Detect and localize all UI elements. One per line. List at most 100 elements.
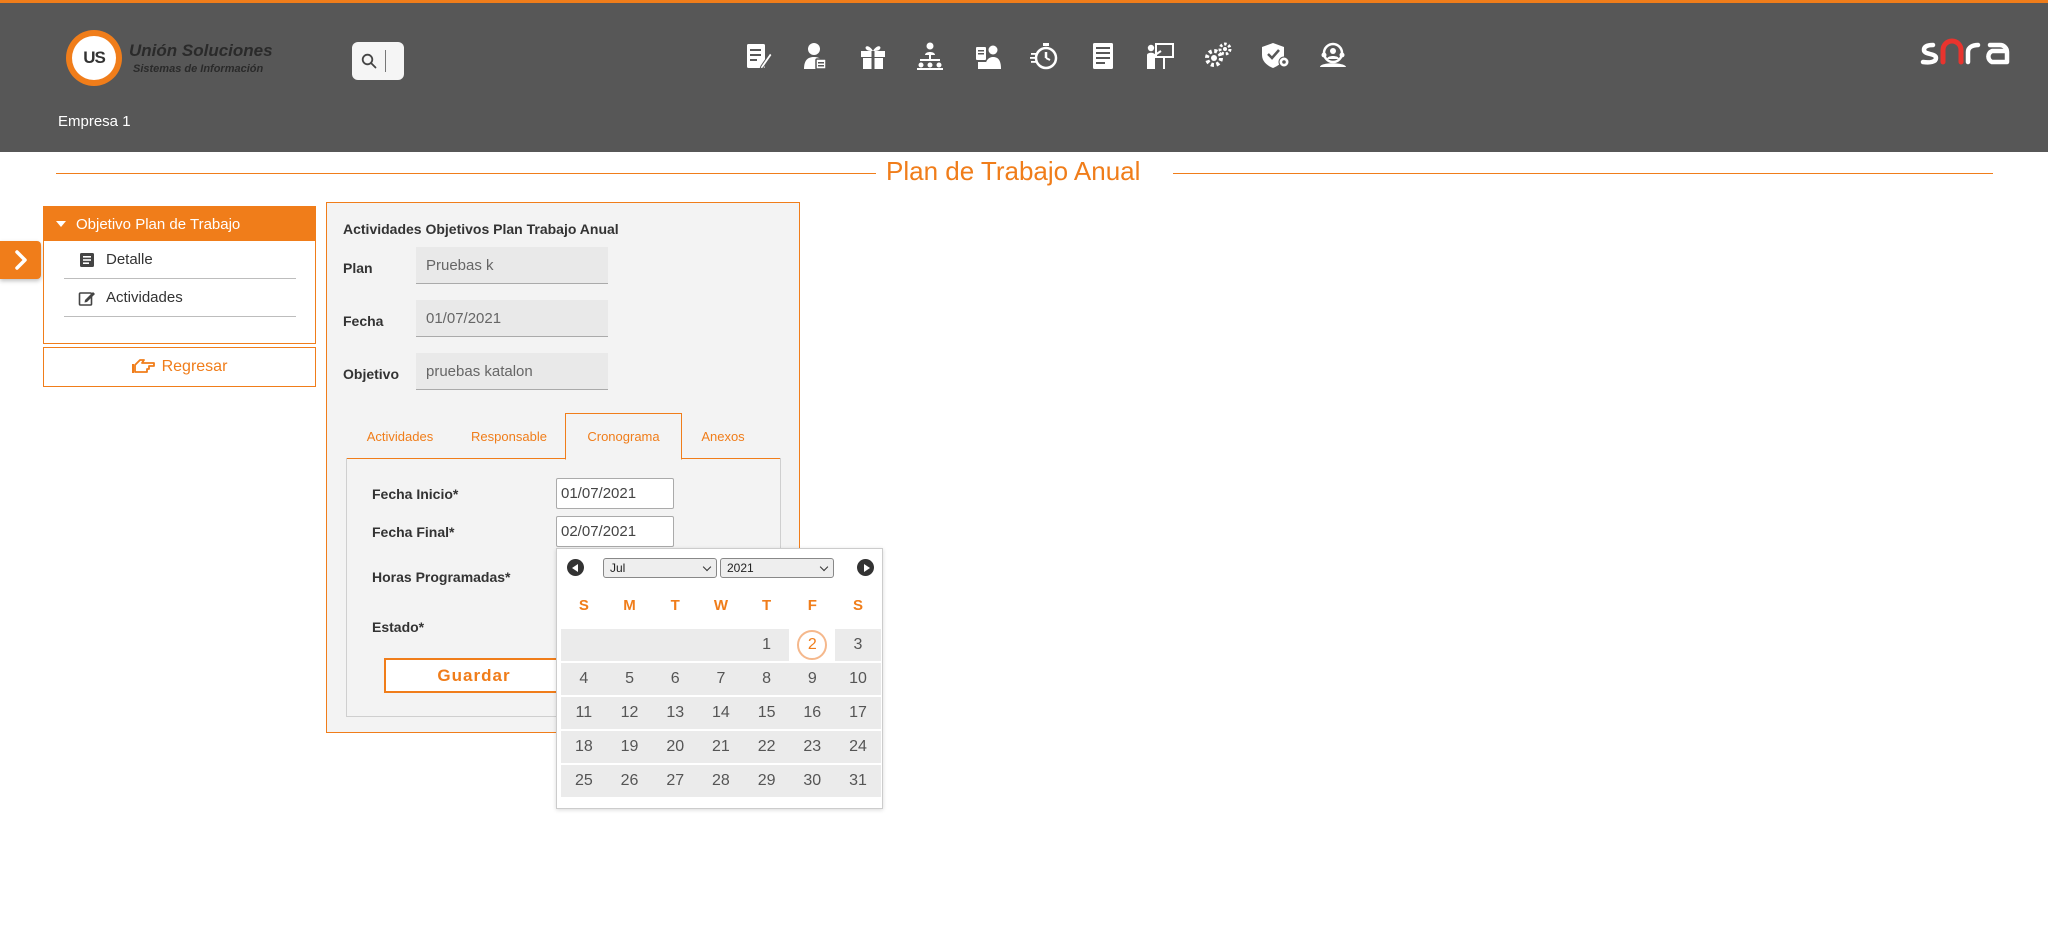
calendar-day[interactable]: 3 <box>835 629 881 661</box>
tab-anexos[interactable]: Anexos <box>682 413 764 459</box>
datepicker-header: Jul 2021 <box>557 549 882 589</box>
calendar-day[interactable]: 15 <box>743 697 790 729</box>
month-select[interactable]: Jul <box>603 558 717 578</box>
chevron-down-icon <box>702 562 712 571</box>
page-title: Plan de Trabajo Anual <box>886 156 1141 186</box>
fecha-label: Fecha <box>343 313 384 329</box>
calendar-day[interactable]: 14 <box>698 697 744 729</box>
weekday-label: F <box>807 597 817 614</box>
report-list-icon[interactable] <box>1074 37 1132 75</box>
logo-mark-text: US <box>72 36 116 80</box>
sidebar-toggle-button[interactable] <box>0 241 41 279</box>
title-divider-left <box>56 173 876 174</box>
calendar-day[interactable]: 10 <box>835 663 881 695</box>
calendar-day[interactable]: 31 <box>835 765 881 797</box>
objetivo-label: Objetivo <box>343 366 400 382</box>
stopwatch-icon[interactable] <box>1017 37 1075 75</box>
tab-responsable[interactable]: Responsable <box>454 413 564 459</box>
calendar-day[interactable]: 25 <box>561 765 607 797</box>
calendar-day-selected[interactable]: 2 <box>789 629 835 661</box>
shield-location-icon[interactable] <box>1247 37 1305 75</box>
company-logo[interactable]: US Unión Soluciones Sistemas de Informac… <box>66 30 273 86</box>
sidebar-section-header[interactable]: Objetivo Plan de Trabajo <box>44 207 315 241</box>
user-profile-icon[interactable] <box>787 37 845 75</box>
calendar-day[interactable]: 5 <box>606 663 653 695</box>
next-month-icon[interactable] <box>857 559 874 576</box>
search-icon[interactable] <box>361 53 377 69</box>
calendar-day[interactable]: 16 <box>789 697 836 729</box>
sidebar-panel: Objetivo Plan de Trabajo Detalle Activid… <box>43 206 316 344</box>
calendar-grid: 1 2 3 4 5 6 7 8 9 10 11 12 13 14 15 16 17 18 19 20 21 22 23 24 2… <box>561 629 881 799</box>
calendar-empty-cell <box>698 629 744 661</box>
calendar-day[interactable]: 11 <box>561 697 607 729</box>
calendar-day[interactable]: 17 <box>835 697 881 729</box>
calendar-day[interactable]: 13 <box>652 697 699 729</box>
weekday-label: W <box>713 597 728 614</box>
tab-cronograma[interactable]: Cronograma <box>565 413 682 460</box>
search-input[interactable] <box>385 50 395 72</box>
calendar-day[interactable]: 6 <box>652 663 699 695</box>
chevron-right-icon <box>14 250 27 270</box>
org-hierarchy-icon[interactable] <box>902 37 960 75</box>
calendar-day[interactable]: 27 <box>652 765 699 797</box>
back-button[interactable]: Regresar <box>43 347 316 387</box>
form-heading: Actividades Objetivos Plan Trabajo Anual <box>343 221 619 237</box>
logo-mark: US <box>66 30 122 86</box>
calendar-day[interactable]: 20 <box>652 731 699 763</box>
year-select[interactable]: 2021 <box>720 558 834 578</box>
sidebar-item-detalle[interactable]: Detalle <box>64 241 296 279</box>
pointing-hand-icon <box>131 359 155 373</box>
sidebar-item-label: Actividades <box>106 289 183 306</box>
weekday-label: S <box>578 597 589 614</box>
tab-bar: Actividades Responsable Cronograma Anexo… <box>346 413 781 460</box>
calendar-day[interactable]: 8 <box>743 663 790 695</box>
prev-month-icon[interactable] <box>567 559 584 576</box>
calendar-week-row: 123 <box>561 629 881 663</box>
calendar-day[interactable]: 19 <box>606 731 653 763</box>
gift-icon[interactable] <box>844 37 902 75</box>
calendar-day[interactable]: 21 <box>698 731 744 763</box>
fecha-final-label: Fecha Final* <box>372 524 455 540</box>
workers-icon[interactable] <box>959 37 1017 75</box>
horas-programadas-label: Horas Programadas* <box>372 569 511 585</box>
weekday-label: M <box>623 597 636 614</box>
calendar-day[interactable]: 29 <box>743 765 790 797</box>
document-edit-icon[interactable] <box>729 37 787 75</box>
gears-icon[interactable] <box>1189 37 1247 75</box>
sidebar-section-title: Objetivo Plan de Trabajo <box>76 215 241 233</box>
fecha-final-input[interactable] <box>556 516 674 547</box>
month-select-value: Jul <box>610 561 626 575</box>
save-button[interactable]: Guardar <box>384 658 564 693</box>
plan-field: Pruebas k <box>416 247 608 284</box>
search-box <box>352 42 404 80</box>
calendar-day[interactable]: 23 <box>789 731 836 763</box>
calendar-week-row: 4 5 6 7 8 9 10 <box>561 663 881 697</box>
logo-title: Unión Soluciones <box>129 41 273 60</box>
sidebar-item-label: Detalle <box>106 251 153 268</box>
calendar-day[interactable]: 1 <box>743 629 790 661</box>
datepicker-popup: Jul 2021 S M T W T F S 1 2 3 4 5 6 7 8 9 10 11 12 13… <box>556 548 883 809</box>
calendar-day[interactable]: 4 <box>561 663 607 695</box>
presentation-icon[interactable] <box>1132 37 1190 75</box>
weekday-header: S M T W T F S <box>561 592 881 620</box>
sidebar-item-actividades[interactable]: Actividades <box>64 279 296 317</box>
calendar-week-row: 18 19 20 21 22 23 24 <box>561 731 881 765</box>
calendar-day[interactable]: 28 <box>698 765 744 797</box>
people-search-icon[interactable] <box>1304 37 1362 75</box>
calendar-day[interactable]: 30 <box>789 765 836 797</box>
tab-actividades[interactable]: Actividades <box>346 413 454 459</box>
sora-brand-logo[interactable] <box>1918 33 2013 73</box>
calendar-day[interactable]: 22 <box>743 731 790 763</box>
weekday-label: S <box>852 597 863 614</box>
calendar-day[interactable]: 7 <box>698 663 744 695</box>
calendar-day[interactable]: 24 <box>835 731 881 763</box>
calendar-day[interactable]: 12 <box>606 697 653 729</box>
calendar-empty-cell <box>652 629 699 661</box>
fecha-inicio-label: Fecha Inicio* <box>372 486 459 502</box>
top-header: US Unión Soluciones Sistemas de Informac… <box>0 0 2048 152</box>
calendar-day[interactable]: 26 <box>606 765 653 797</box>
calendar-day[interactable]: 9 <box>789 663 836 695</box>
calendar-day[interactable]: 18 <box>561 731 607 763</box>
edit-icon <box>78 291 95 306</box>
fecha-inicio-input[interactable] <box>556 478 674 509</box>
